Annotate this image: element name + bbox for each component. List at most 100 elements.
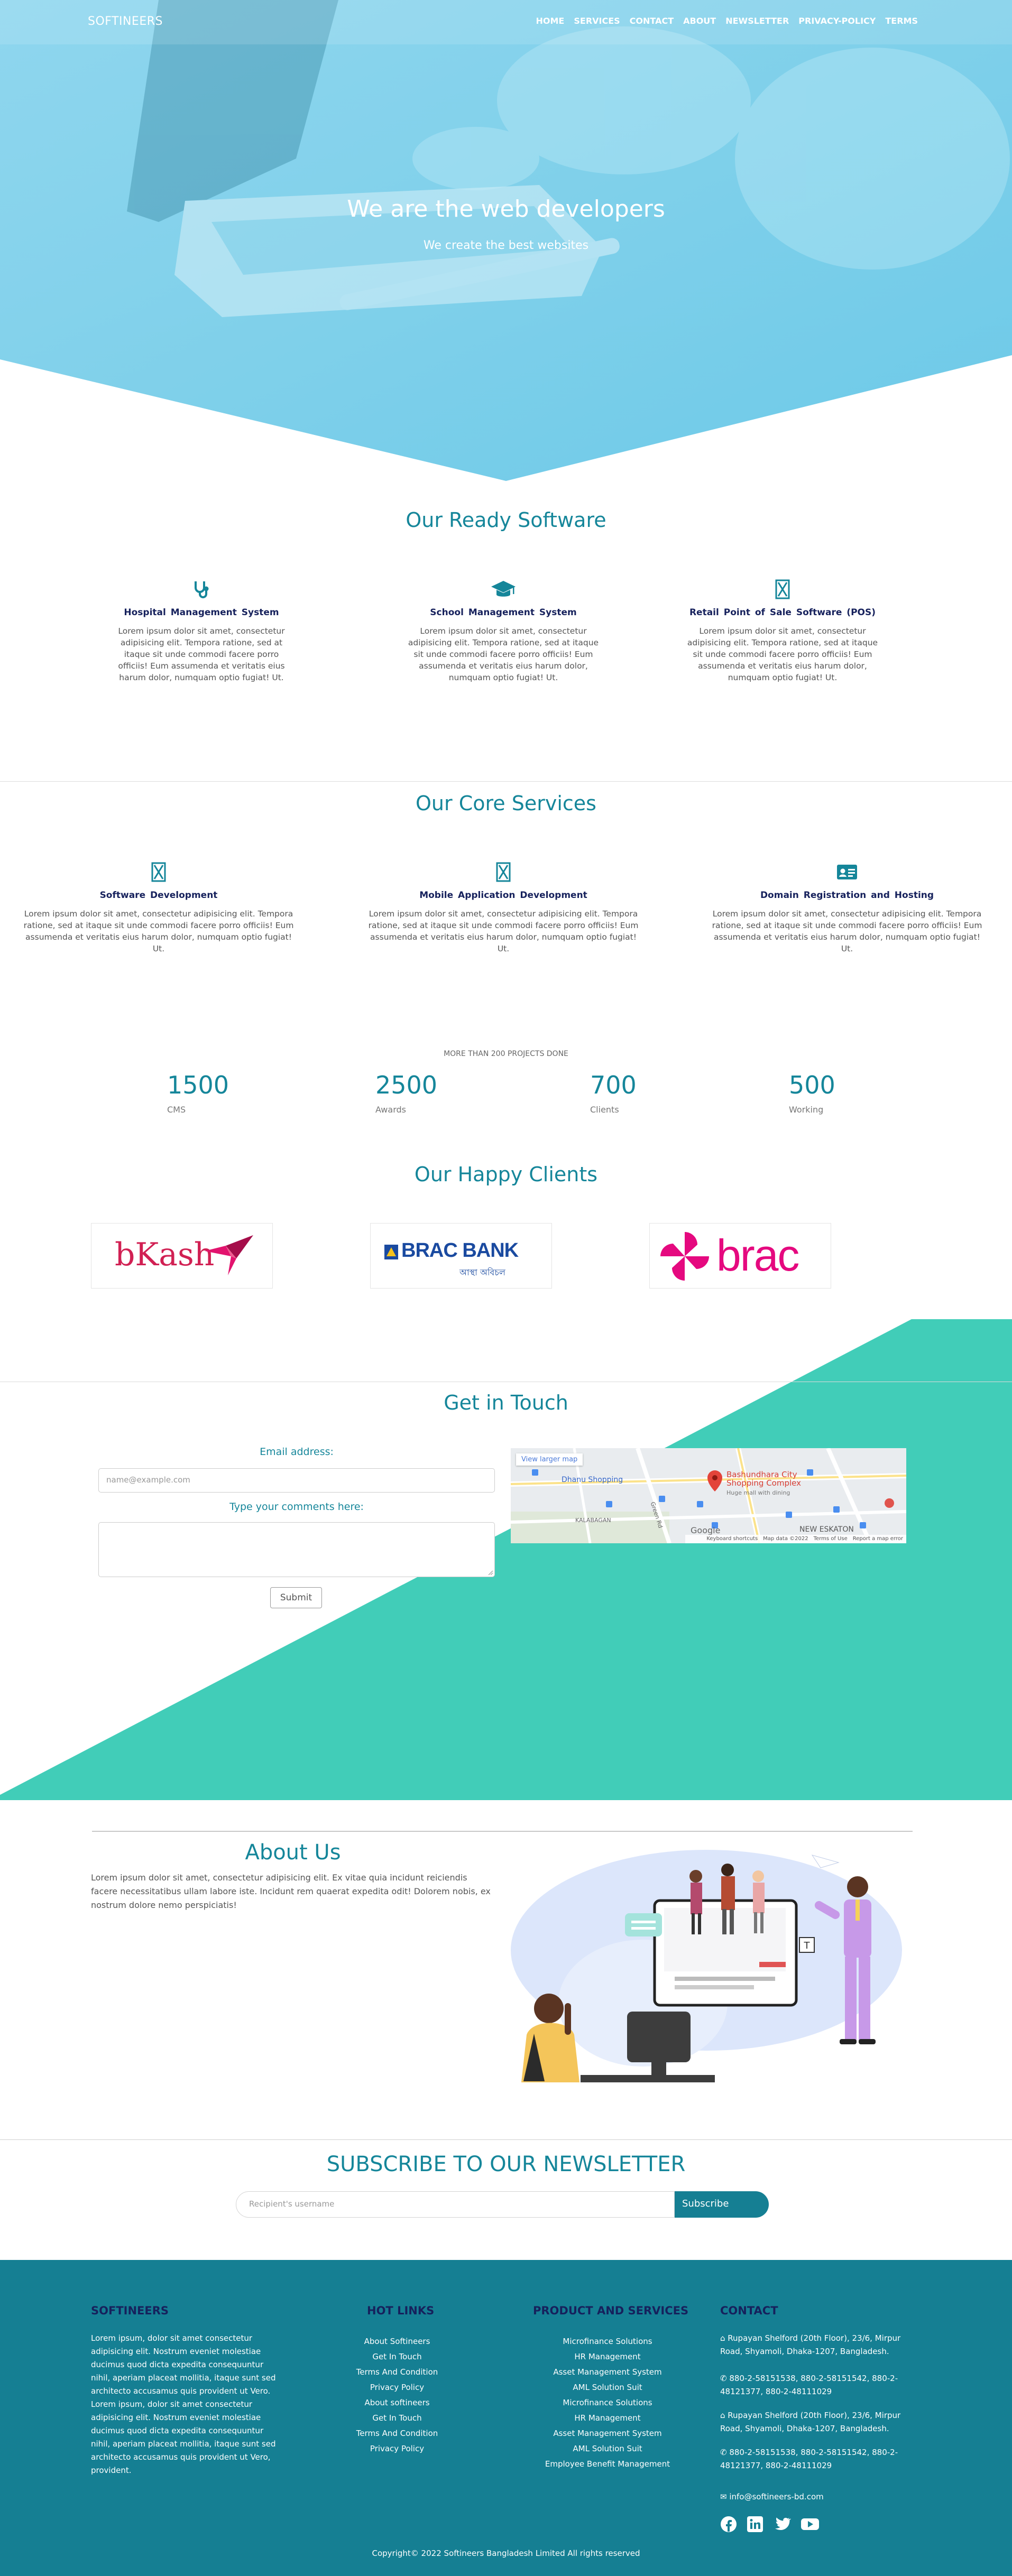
map-terms[interactable]: Terms of Use [814,1536,848,1542]
software-section-title: Our Ready Software [406,508,606,532]
footer: SOFTINEERS Lorem ipsum, dolor sit amet c… [0,2260,1012,2576]
footer-address-text: Rupayan Shelford (20th Floor), 23/6, Mir… [720,2411,901,2433]
footer-address: ⌂ Rupayan Shelford (20th Floor), 23/6, M… [720,2332,910,2358]
stat-clients: 700 Clients [590,1071,637,1115]
newsletter-title: SUBSCRIBE TO OUR NEWSLETTER [326,2152,686,2176]
map-report-error[interactable]: Report a map error [853,1536,903,1542]
footer-link[interactable]: Privacy Policy [336,2441,458,2457]
footer-product-link[interactable]: Microfinance Solutions [531,2334,684,2349]
footer-product-link[interactable]: Microfinance Solutions [531,2395,684,2411]
resize-handle-icon[interactable] [487,1570,493,1575]
google-map-embed[interactable]: View larger map Bashundhara City Shoppin… [511,1448,906,1543]
nav-services[interactable]: SERVICES [574,16,620,26]
facebook-icon[interactable] [720,2516,737,2533]
software-card-text: Lorem ipsum dolor sit amet, consectetur … [118,626,285,682]
footer-link[interactable]: Get In Touch [336,2349,458,2365]
software-card-school: School Management System Lorem ipsum dol… [392,579,614,683]
service-card-software: Software Development Lorem ipsum dolor s… [21,861,296,955]
map-place-note: Huge mall with dining [726,1489,790,1496]
service-card-text: Lorem ipsum dolor sit amet, consectetur … [23,909,294,953]
submit-button[interactable]: Submit [270,1587,322,1608]
footer-link[interactable]: About Softineers [336,2334,458,2349]
projects-caption: MORE THAN 200 PROJECTS DONE [444,1050,568,1058]
stat-working: 500 Working [789,1071,835,1115]
section-divider [0,2139,1012,2140]
nav-home[interactable]: HOME [536,16,565,26]
footer-product-link[interactable]: HR Management [531,2349,684,2365]
view-larger-map-link[interactable]: View larger map [516,1453,583,1466]
nav-newsletter[interactable]: NEWSLETTER [725,16,789,26]
brac-bank-emblem-icon [384,1245,398,1259]
map-label: Dhanu Shopping [562,1476,623,1484]
stat-label: Awards [375,1105,406,1115]
service-card-text: Lorem ipsum dolor sit amet, consectetur … [712,909,982,953]
newsletter-input[interactable]: Recipient's username [236,2191,675,2218]
footer-link[interactable]: Privacy Policy [336,2380,458,2395]
nav-links: HOME SERVICES CONTACT ABOUT NEWSLETTER P… [536,16,918,26]
stat-value: 1500 [167,1071,229,1099]
services-section-title: Our Core Services [416,792,596,815]
brand-logo[interactable]: SOFTINEERS [88,15,163,28]
footer-brand-heading: SOFTINEERS [91,2304,169,2317]
service-card-title: Mobile Application Development [419,890,587,901]
map-footer: Keyboard shortcuts Map data ©2022 Terms … [685,1535,906,1543]
service-card-title: Software Development [99,890,218,901]
footer-link[interactable]: Get In Touch [336,2411,458,2426]
footer-phones-text: 880-2-58151538, 880-2-58151542, 880-2-48… [720,2374,898,2396]
software-card-text: Lorem ipsum dolor sit amet, consectetur … [408,626,599,682]
brac-bank-tagline: আস্থা অবিচল [459,1267,505,1277]
comments-textarea[interactable] [98,1522,495,1577]
footer-product-link[interactable]: Asset Management System [531,2426,684,2441]
clients-section-title: Our Happy Clients [414,1163,598,1186]
footer-product-link[interactable]: Employee Benefit Management [531,2457,684,2472]
id-card-icon [837,865,857,879]
footer-product-link[interactable]: HR Management [531,2411,684,2426]
footer-address-repeat: ⌂ Rupayan Shelford (20th Floor), 23/6, M… [720,2409,910,2435]
footer-email-text[interactable]: info@softineers-bd.com [729,2492,823,2501]
client-logo-bkash: bKash [91,1223,273,1289]
stat-label: CMS [167,1105,186,1115]
footer-product-link[interactable]: Asset Management System [531,2365,684,2380]
hourglass-icon [775,579,790,599]
brac-pinwheel-icon [660,1232,709,1281]
twitter-icon[interactable] [773,2516,791,2533]
email-input[interactable]: name@example.com [98,1468,495,1493]
software-card-hospital: Hospital Management System Lorem ipsum d… [114,579,289,683]
map-place-name[interactable]: Bashundhara City Shopping Complex [726,1470,811,1487]
subscribe-button[interactable]: Subscribe [675,2191,769,2218]
about-title: About Us [245,1840,341,1865]
about-divider [92,1831,913,1832]
navbar: SOFTINEERS HOME SERVICES CONTACT ABOUT N… [0,0,1012,44]
brac-bank-wordmark: BRAC BANK [401,1239,519,1262]
google-watermark: Google [691,1525,721,1535]
footer-product-link[interactable]: AML Solution Suit [531,2441,684,2457]
footer-link[interactable]: About softineers [336,2395,458,2411]
footer-link[interactable]: Terms And Condition [336,2365,458,2380]
nav-about[interactable]: ABOUT [683,16,716,26]
client-logo-brac-bank: BRAC BANK আস্থা অবিচল [370,1223,552,1289]
footer-hot-links: About Softineers Get In Touch Terms And … [336,2334,458,2457]
phone-icon: ✆ [720,2448,730,2457]
map-keyboard-shortcuts[interactable]: Keyboard shortcuts [706,1536,758,1542]
nav-contact[interactable]: CONTACT [630,16,674,26]
hourglass-icon [496,862,511,882]
footer-brand-text: Lorem ipsum, dolor sit amet consectetur … [91,2333,276,2475]
section-divider [0,781,1012,782]
stat-cms: 1500 CMS [167,1071,229,1115]
footer-link[interactable]: Terms And Condition [336,2426,458,2441]
stat-awards: 2500 Awards [375,1071,437,1115]
brac-wordmark: brac [716,1230,799,1280]
stat-value: 2500 [375,1071,438,1099]
footer-product-link[interactable]: AML Solution Suit [531,2380,684,2395]
map-label: NEW ESKATON [799,1525,854,1534]
nav-privacy-policy[interactable]: PRIVACY-POLICY [798,16,876,26]
footer-address-text: Rupayan Shelford (20th Floor), 23/6, Mir… [720,2333,901,2356]
nav-terms[interactable]: TERMS [885,16,918,26]
client-logo-brac: brac [649,1223,831,1289]
footer-hot-links-heading: HOT LINKS [367,2304,435,2317]
hero-subtitle: We create the best websites [423,239,589,252]
stat-label: Clients [590,1105,619,1115]
youtube-icon[interactable] [801,2516,820,2533]
linkedin-icon[interactable] [747,2516,763,2533]
hero-title: We are the web developers [347,196,665,223]
